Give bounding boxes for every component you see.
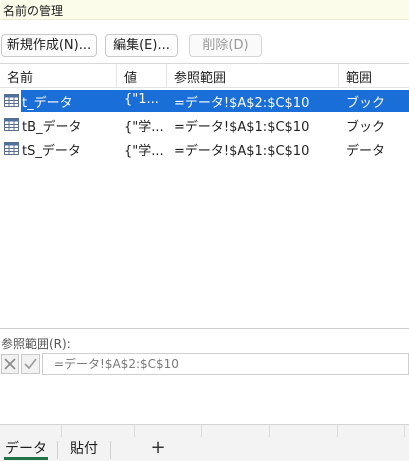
- row-value: {"学...: [124, 120, 164, 135]
- list-row[interactable]: tS_データ {"学... =データ!$A$1:$C$10 データ: [0, 137, 409, 161]
- list-header: 名前 値 参照範囲 範囲: [0, 64, 409, 88]
- grid-line: [404, 425, 405, 437]
- column-header-name[interactable]: 名前: [7, 67, 33, 86]
- list-row[interactable]: tB_データ {"学... =データ!$A$1:$C$10 ブック: [0, 113, 409, 137]
- active-tab-indicator: [4, 457, 48, 460]
- grid-line: [61, 425, 62, 437]
- delete-button[interactable]: 削除(D): [189, 34, 262, 57]
- edit-button[interactable]: 編集(E)...: [105, 34, 178, 57]
- grid-line: [134, 425, 135, 437]
- column-divider[interactable]: [166, 64, 167, 88]
- dialog-title: 名前の管理: [3, 4, 64, 18]
- row-scope: ブック: [346, 96, 386, 111]
- refers-to-label: 参照範囲(R):: [1, 337, 71, 351]
- row-name: tB_データ: [22, 120, 82, 135]
- column-header-refers-to[interactable]: 参照範囲: [174, 67, 226, 86]
- row-scope: ブック: [346, 120, 386, 135]
- tab-divider: [57, 441, 58, 459]
- grid-line: [201, 425, 202, 437]
- sheet-tab-paste[interactable]: 貼付: [62, 438, 106, 461]
- x-icon[interactable]: [1, 354, 19, 374]
- list-row[interactable]: t_データ {"1... =データ!$A$2:$C$10 ブック: [0, 89, 409, 113]
- row-refers-to: =データ!$A$1:$C$10: [174, 144, 310, 159]
- add-sheet-button[interactable]: +: [148, 437, 168, 459]
- table-icon: [4, 142, 19, 155]
- check-icon[interactable]: [21, 354, 40, 374]
- refers-to-input[interactable]: =データ!$A$2:$C$10: [42, 353, 409, 375]
- row-name: t_データ: [22, 96, 73, 111]
- row-refers-to: =データ!$A$2:$C$10: [174, 96, 310, 111]
- row-value: {"1...: [124, 92, 159, 107]
- row-scope: データ: [346, 144, 386, 159]
- table-icon: [4, 118, 19, 131]
- dialog-titlebar: 名前の管理: [0, 0, 409, 20]
- row-refers-to: =データ!$A$1:$C$10: [174, 120, 310, 135]
- table-icon: [4, 94, 19, 107]
- row-value: {"学...: [124, 144, 164, 159]
- tab-divider: [110, 441, 111, 459]
- row-name: tS_データ: [22, 144, 81, 159]
- new-button[interactable]: 新規作成(N)...: [1, 34, 97, 57]
- grid-line: [269, 425, 270, 437]
- grid-line: [337, 425, 338, 437]
- names-list[interactable]: 名前 値 参照範囲 範囲 t_データ {"1... =データ!$A$2:$C$1…: [0, 63, 409, 329]
- column-divider[interactable]: [338, 64, 339, 88]
- column-header-value[interactable]: 値: [124, 67, 137, 86]
- column-header-scope[interactable]: 範囲: [346, 67, 372, 86]
- column-divider[interactable]: [116, 64, 117, 88]
